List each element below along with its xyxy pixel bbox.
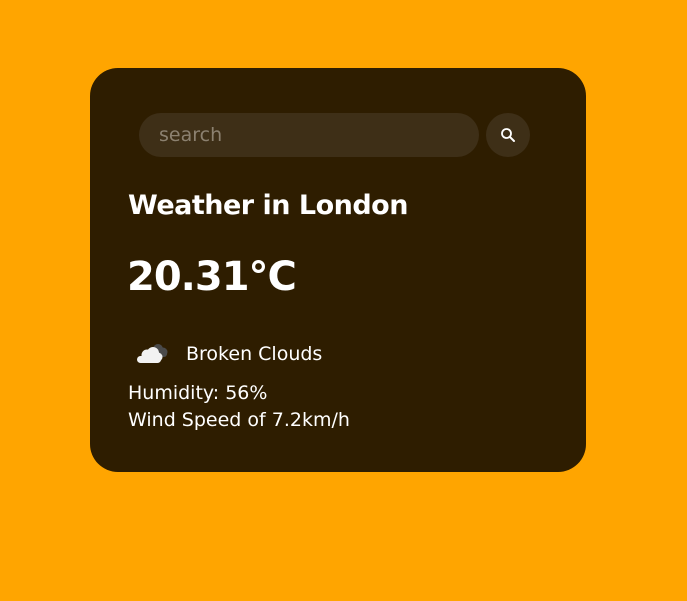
condition-label: Broken Clouds [186, 343, 323, 365]
search-icon [501, 128, 515, 142]
search-button[interactable] [486, 113, 530, 157]
wind-speed-text: Wind Speed of 7.2km/h [128, 409, 350, 431]
weather-title: Weather in London [128, 190, 408, 221]
temperature: 20.31°C [127, 254, 297, 300]
broken-clouds-icon [137, 344, 168, 363]
search-bar [139, 113, 530, 157]
humidity-text: Humidity: 56% [128, 382, 268, 404]
weather-card: Weather in London 20.31°C Broken Clouds … [90, 68, 586, 472]
weather-condition: Broken Clouds [134, 340, 322, 368]
search-input[interactable] [139, 113, 479, 157]
